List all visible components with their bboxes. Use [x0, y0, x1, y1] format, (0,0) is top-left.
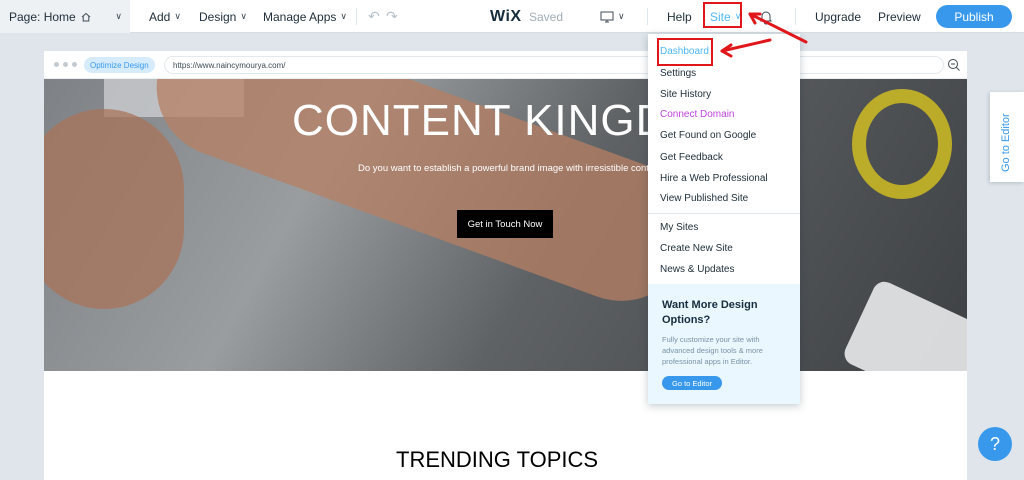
url-field: https://www.naincymourya.com/ [164, 56, 944, 74]
wix-logo: WiX [490, 7, 522, 25]
notifications-button[interactable] [759, 0, 773, 33]
page-label: Page: Home [9, 9, 76, 24]
menu-item-view-published-site[interactable]: View Published Site [660, 193, 748, 204]
go-to-editor-tab-label: Go to Editor [1000, 113, 1012, 172]
site-dropdown: Dashboard Settings Site History Connect … [648, 34, 800, 404]
chevron-down-icon: ∨ [340, 11, 347, 21]
redo-icon[interactable]: ↷ [386, 0, 398, 33]
chevron-down-icon: ∨ [240, 11, 247, 21]
window-dots [54, 62, 77, 67]
desktop-icon [600, 11, 614, 22]
hero-image-hand [44, 109, 184, 309]
design-menu[interactable]: Design ∨ [199, 0, 247, 33]
trending-topics-heading: TRENDING TOPICS [396, 447, 599, 472]
design-options-promo: Want More Design Options? Fully customiz… [648, 284, 800, 404]
hero-section: CONTENT KINGD Do you want to establish a… [44, 79, 967, 371]
preview-button[interactable]: Preview [878, 0, 921, 33]
hero-subtitle: Do you want to establish a powerful bran… [358, 163, 663, 174]
menu-item-site-history[interactable]: Site History [660, 89, 711, 100]
help-button[interactable]: ? [978, 427, 1012, 461]
menu-item-settings[interactable]: Settings [660, 68, 696, 79]
design-label: Design [199, 9, 237, 24]
device-switcher[interactable]: ∨ [600, 0, 625, 33]
chevron-down-icon: ∨ [115, 11, 122, 21]
hero-image-tape [852, 89, 952, 199]
bell-icon [759, 11, 773, 24]
chevron-down-icon: ∨ [618, 11, 625, 21]
site-menu-highlight [703, 2, 742, 28]
publish-button[interactable]: Publish [936, 5, 1012, 28]
menu-item-connect-domain[interactable]: Connect Domain [660, 109, 734, 120]
manage-apps-label: Manage Apps [263, 9, 337, 24]
divider [647, 8, 648, 25]
add-label: Add [149, 9, 171, 24]
dashboard-highlight [657, 38, 713, 66]
chevron-down-icon: ∨ [174, 11, 181, 21]
menu-item-get-feedback[interactable]: Get Feedback [660, 152, 723, 163]
menu-divider [648, 213, 800, 214]
add-menu[interactable]: Add ∨ [149, 0, 181, 33]
optimize-design-button[interactable]: Optimize Design [84, 57, 155, 73]
go-to-editor-button[interactable]: Go to Editor [662, 376, 722, 390]
get-in-touch-button[interactable]: Get in Touch Now [457, 210, 553, 238]
save-status: Saved [529, 9, 564, 24]
home-icon [81, 12, 91, 21]
menu-item-get-found-on-google[interactable]: Get Found on Google [660, 130, 756, 141]
menu-item-my-sites[interactable]: My Sites [660, 222, 698, 233]
zoom-icon[interactable] [947, 58, 961, 72]
manage-apps-menu[interactable]: Manage Apps ∨ [263, 0, 347, 33]
menu-item-create-new-site[interactable]: Create New Site [660, 243, 733, 254]
preview-browser-bar: Optimize Design https://www.naincymourya… [44, 51, 967, 79]
top-toolbar: Page: Home ∨ Add ∨ Design ∨ Manage Apps … [0, 0, 1024, 33]
page-selector[interactable]: Page: Home ∨ [0, 0, 130, 33]
undo-icon[interactable]: ↶ [368, 0, 380, 33]
site-preview: Optimize Design https://www.naincymourya… [44, 51, 967, 480]
menu-item-hire-professional[interactable]: Hire a Web Professional [660, 173, 768, 184]
hero-image-phone [840, 277, 967, 371]
promo-text: Fully customize your site with advanced … [662, 335, 763, 366]
hero-title: CONTENT KINGD [292, 96, 669, 145]
promo-title: Want More Design Options? [662, 299, 758, 326]
divider [356, 8, 357, 25]
help-menu[interactable]: Help [667, 0, 692, 33]
go-to-editor-tab[interactable]: Go to Editor [990, 92, 1024, 182]
upgrade-button[interactable]: Upgrade [815, 0, 861, 33]
menu-item-news-updates[interactable]: News & Updates [660, 264, 734, 275]
divider [795, 8, 796, 25]
